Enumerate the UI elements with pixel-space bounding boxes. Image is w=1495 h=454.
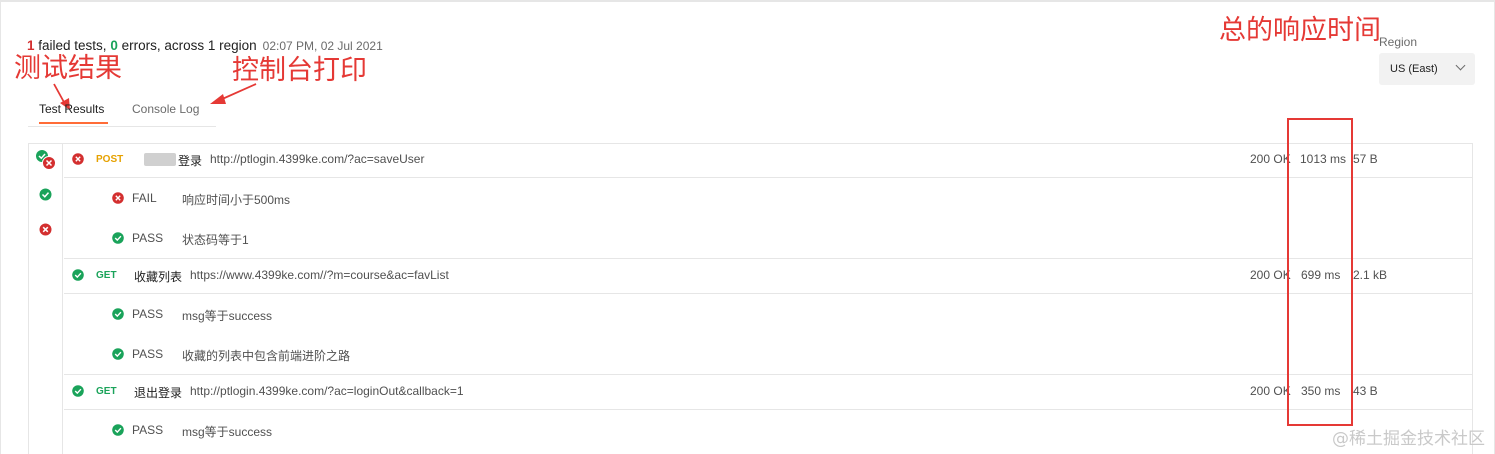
pass-icon: [72, 269, 84, 281]
request-row-login[interactable]: POST 登录 http://ptlogin.4399ke.com/?ac=sa…: [64, 143, 1472, 178]
annotation-test-results: 测试结果: [14, 53, 122, 84]
fail-icon: [112, 192, 124, 204]
failed-count: 1: [27, 38, 35, 53]
response-size: 43 B: [1353, 384, 1378, 398]
test-result: PASS: [132, 307, 164, 321]
test-result: PASS: [132, 347, 164, 361]
region-select[interactable]: US (East): [1379, 53, 1475, 85]
request-method: GET: [96, 270, 117, 281]
pass-icon: [112, 424, 124, 436]
test-row: PASS 状态码等于1: [64, 218, 1472, 259]
request-url[interactable]: http://ptlogin.4399ke.com/?ac=loginOut&c…: [190, 384, 464, 398]
chevron-down-icon: [1455, 60, 1466, 71]
tab-test-results[interactable]: Test Results: [39, 102, 104, 116]
region-label: Region: [1379, 35, 1418, 49]
errors-text: errors, across: [117, 38, 208, 53]
run-timestamp: 02:07 PM, 02 Jul 2021: [262, 39, 383, 53]
test-result: PASS: [132, 423, 164, 437]
test-row: PASS msg等于success: [64, 294, 1472, 334]
request-row-favorites[interactable]: GET 收藏列表 https://www.4399ke.com//?m=cour…: [64, 259, 1472, 294]
test-name: msg等于success: [182, 425, 273, 439]
test-row: PASS 收藏的列表中包含前端进阶之路: [64, 334, 1472, 375]
test-name: msg等于success: [182, 309, 273, 323]
test-row: PASS msg等于success: [64, 410, 1472, 450]
failed-text: failed tests,: [34, 38, 111, 53]
request-method: GET: [96, 386, 117, 397]
test-name: 响应时间小于500ms: [182, 193, 291, 207]
fail-filter-icon[interactable]: [39, 223, 52, 236]
request-row-logout[interactable]: GET 退出登录 http://ptlogin.4399ke.com/?ac=l…: [64, 375, 1472, 410]
response-status: 200 OK: [1250, 384, 1291, 398]
request-name: 收藏列表: [134, 270, 183, 284]
pass-icon: [112, 308, 124, 320]
response-status: 200 OK: [1250, 268, 1291, 282]
test-row: FAIL 响应时间小于500ms: [64, 178, 1472, 218]
test-result: FAIL: [132, 191, 157, 205]
test-name: 收藏的列表中包含前端进阶之路: [182, 349, 351, 363]
fail-icon: [72, 153, 84, 165]
run-summary: 1 failed tests, 0 errors, across 1 regio…: [27, 38, 383, 53]
test-result: PASS: [132, 231, 164, 245]
response-status: 200 OK: [1250, 152, 1291, 166]
errors-count: 0: [110, 38, 118, 53]
pass-icon: [112, 348, 124, 360]
request-url[interactable]: http://ptlogin.4399ke.com/?ac=saveUser: [210, 152, 424, 166]
request-name: 退出登录: [134, 386, 183, 400]
results-gutter: [28, 143, 63, 454]
pass-filter-icon[interactable]: [39, 188, 52, 201]
regions-text: region: [215, 38, 257, 53]
test-name: 状态码等于1: [182, 233, 249, 247]
response-size: 57 B: [1353, 152, 1378, 166]
redacted-text: [144, 153, 176, 166]
request-method: POST: [96, 154, 124, 165]
watermark: @稀土掘金技术社区: [1332, 429, 1485, 449]
annotation-total-response-time: 总的响应时间: [1219, 15, 1381, 46]
mixed-result-icon[interactable]: [35, 149, 57, 171]
response-time-highlight-box: [1287, 118, 1353, 426]
pass-icon: [72, 385, 84, 397]
active-tab-indicator: [39, 122, 108, 124]
request-name: 登录: [178, 154, 203, 168]
pass-icon: [112, 232, 124, 244]
region-value: US (East): [1390, 63, 1438, 75]
tab-console-log[interactable]: Console Log: [132, 102, 199, 116]
response-size: 2.1 kB: [1353, 268, 1388, 282]
request-url[interactable]: https://www.4399ke.com//?m=course&ac=fav…: [190, 268, 449, 282]
